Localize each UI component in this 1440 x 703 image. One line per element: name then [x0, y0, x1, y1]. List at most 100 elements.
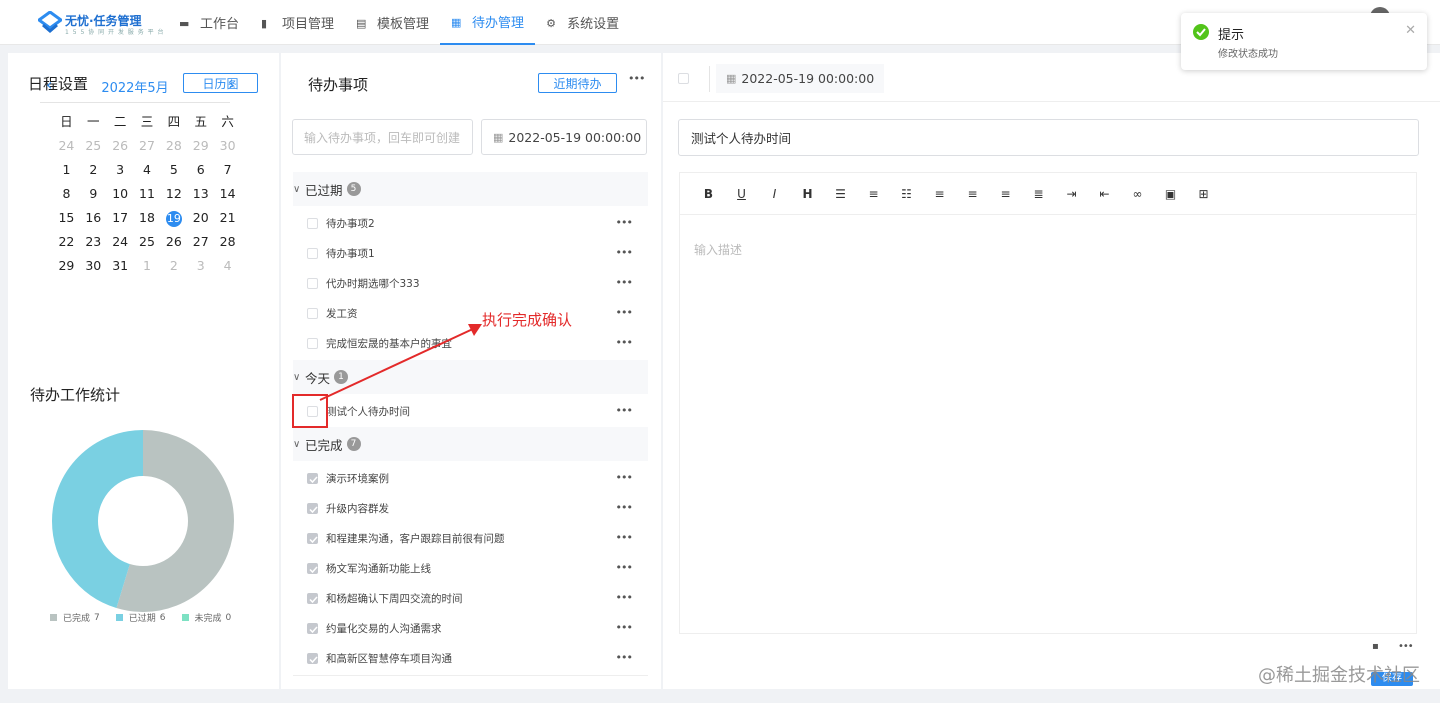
align-center-icon[interactable]: ≡: [956, 184, 989, 204]
more-options-icon[interactable]: •••: [616, 276, 633, 289]
calendar-day[interactable]: 5: [160, 158, 187, 182]
todo-item[interactable]: 待办事项1 •••: [293, 238, 648, 268]
indent-icon[interactable]: ⇥: [1055, 184, 1088, 204]
chevron-down-icon[interactable]: ∨: [293, 372, 305, 383]
calendar-day[interactable]: 16: [80, 206, 107, 230]
detail-date-picker[interactable]: ▦ 2022-05-19 00:00:00: [716, 64, 884, 93]
calendar-day[interactable]: 24: [53, 134, 80, 158]
chevron-down-icon[interactable]: ∨: [293, 184, 305, 195]
calendar-day[interactable]: 28: [214, 230, 241, 254]
calendar-day[interactable]: 8: [53, 182, 80, 206]
detail-done-checkbox[interactable]: [678, 73, 689, 84]
calendar-day[interactable]: 24: [107, 230, 134, 254]
next-month-icon[interactable]: ›: [228, 75, 234, 95]
calendar-day[interactable]: 3: [187, 254, 214, 278]
todo-checkbox[interactable]: [307, 652, 318, 664]
calendar-day[interactable]: 27: [134, 134, 161, 158]
format-b-icon[interactable]: B: [692, 184, 725, 204]
more-options-icon[interactable]: •••: [616, 216, 633, 229]
calendar-day[interactable]: 25: [80, 134, 107, 158]
align-right-icon[interactable]: ≡: [989, 184, 1022, 204]
todo-checkbox[interactable]: [307, 472, 318, 484]
more-options-icon[interactable]: •••: [616, 246, 633, 259]
calendar-day[interactable]: 31: [107, 254, 134, 278]
calendar-day[interactable]: 2: [160, 254, 187, 278]
todo-checkbox[interactable]: [307, 532, 318, 544]
todo-checkbox[interactable]: [307, 592, 318, 604]
calendar-day[interactable]: 18: [134, 206, 161, 230]
align-left-icon[interactable]: ≡: [923, 184, 956, 204]
bullet-list-icon[interactable]: ☰: [824, 184, 857, 204]
more-options-icon[interactable]: •••: [616, 621, 633, 634]
todo-item[interactable]: 和程建果沟通，客户跟踪目前很有问题 •••: [293, 523, 648, 553]
todo-item[interactable]: 和高新区智慧停车项目沟通 •••: [293, 643, 648, 673]
ordered-list-icon[interactable]: ≡: [857, 184, 890, 204]
calendar-day[interactable]: 9: [80, 182, 107, 206]
todo-item[interactable]: 和杨超确认下周四交流的时间 •••: [293, 583, 648, 613]
more-options-icon[interactable]: •••: [616, 531, 633, 544]
more-options-icon[interactable]: •••: [1398, 641, 1414, 652]
nav-item-clipboard[interactable]: ▮ 项目管理: [250, 0, 345, 45]
calendar-day[interactable]: 1: [134, 254, 161, 278]
format-i-icon[interactable]: I: [758, 184, 791, 204]
calendar-day[interactable]: 10: [107, 182, 134, 206]
todo-item[interactable]: 杨文军沟通新功能上线 •••: [293, 553, 648, 583]
todo-group-header[interactable]: ∨ 已完成 7: [293, 427, 648, 461]
more-options-icon[interactable]: •••: [616, 404, 633, 417]
image-icon[interactable]: ▣: [1154, 184, 1187, 204]
more-options-icon[interactable]: •••: [616, 471, 633, 484]
calendar-day[interactable]: 29: [187, 134, 214, 158]
todo-checkbox[interactable]: [307, 562, 318, 574]
calendar-day-today[interactable]: 19: [160, 206, 187, 230]
calendar-day[interactable]: 28: [160, 134, 187, 158]
task-list-icon[interactable]: ☷: [890, 184, 923, 204]
calendar-day[interactable]: 3: [107, 158, 134, 182]
legend-item[interactable]: 已过期 6: [115, 611, 166, 624]
nav-item-calendar[interactable]: ▦ 待办管理: [440, 0, 536, 45]
comment-icon[interactable]: ▪: [1372, 641, 1379, 652]
calendar-day[interactable]: 26: [107, 134, 134, 158]
todo-item[interactable]: 约量化交易的人沟通需求 •••: [293, 613, 648, 643]
more-options-icon[interactable]: •••: [616, 501, 633, 514]
calendar-day[interactable]: 26: [160, 230, 187, 254]
more-options-icon[interactable]: •••: [628, 72, 645, 85]
calendar-day[interactable]: 4: [134, 158, 161, 182]
calendar-day[interactable]: 14: [214, 182, 241, 206]
calendar-day[interactable]: 30: [80, 254, 107, 278]
calendar-day[interactable]: 2: [80, 158, 107, 182]
more-options-icon[interactable]: •••: [616, 591, 633, 604]
link-icon[interactable]: ∞: [1121, 184, 1154, 204]
todo-group-header[interactable]: ∨ 已过期 5: [293, 172, 648, 206]
recent-todo-button[interactable]: 近期待办: [538, 73, 617, 93]
calendar-day[interactable]: 30: [214, 134, 241, 158]
nav-item-template[interactable]: ▤ 模板管理: [345, 0, 440, 45]
calendar-day[interactable]: 25: [134, 230, 161, 254]
todo-item[interactable]: 升级内容群发 •••: [293, 493, 648, 523]
app-logo[interactable]: 无忧·任务管理 1 5 5 协 同 开 发 服 务 平 台: [38, 9, 164, 37]
format-h-icon[interactable]: H: [791, 184, 824, 204]
todo-checkbox[interactable]: [307, 502, 318, 514]
todo-item[interactable]: 代办时期选哪个333 •••: [293, 268, 648, 298]
close-icon[interactable]: ✕: [1405, 23, 1416, 38]
more-options-icon[interactable]: •••: [616, 651, 633, 664]
calendar-day[interactable]: 27: [187, 230, 214, 254]
calendar-day[interactable]: 1: [53, 158, 80, 182]
more-options-icon[interactable]: •••: [616, 336, 633, 349]
todo-date-picker[interactable]: ▦ 2022-05-19 00:00:00: [481, 119, 647, 155]
calendar-day[interactable]: 6: [187, 158, 214, 182]
new-todo-input[interactable]: 输入待办事项，回车即可创建: [292, 119, 473, 155]
todo-item[interactable]: 待办事项2 •••: [293, 208, 648, 238]
calendar-day[interactable]: 21: [214, 206, 241, 230]
calendar-day[interactable]: 7: [214, 158, 241, 182]
legend-item[interactable]: 未完成 0: [181, 611, 231, 624]
more-options-icon[interactable]: •••: [616, 561, 633, 574]
legend-item[interactable]: 已完成 7: [50, 611, 100, 624]
more-options-icon[interactable]: •••: [616, 306, 633, 319]
calendar-day[interactable]: 17: [107, 206, 134, 230]
chevron-down-icon[interactable]: ∨: [293, 439, 305, 450]
calendar-day[interactable]: 13: [187, 182, 214, 206]
justify-icon[interactable]: ≣: [1022, 184, 1055, 204]
calendar-day[interactable]: 29: [53, 254, 80, 278]
format-u-icon[interactable]: U: [725, 184, 758, 204]
todo-checkbox[interactable]: [307, 217, 318, 229]
